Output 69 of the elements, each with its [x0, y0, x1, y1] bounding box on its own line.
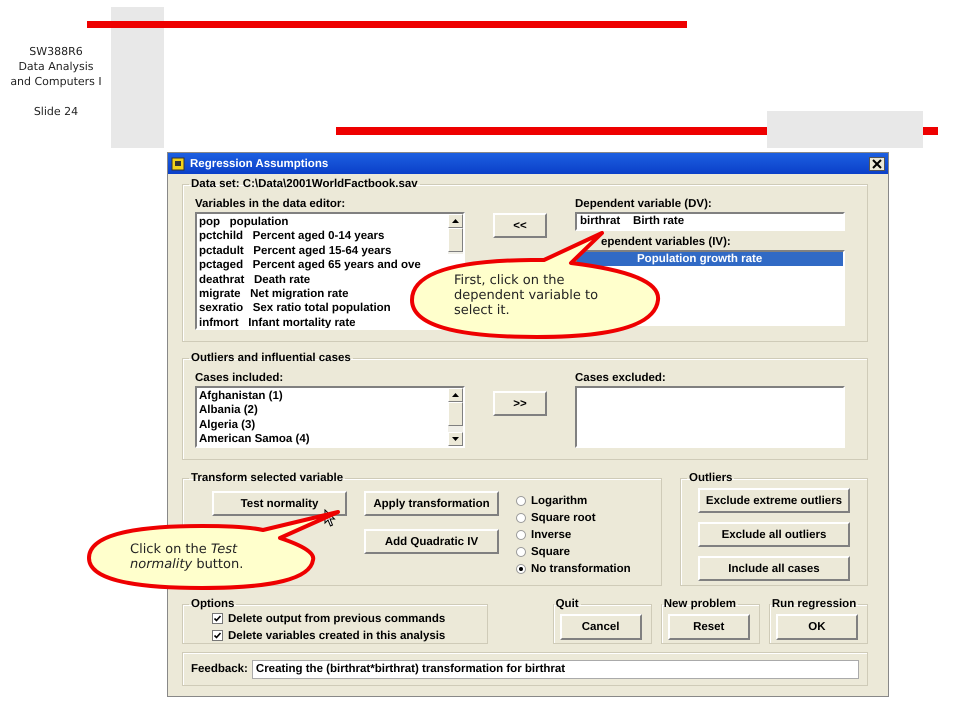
- feedback-label: Feedback:: [191, 663, 248, 675]
- group-title: Run regression: [770, 598, 858, 610]
- list-item[interactable]: American Samoa (4): [199, 432, 310, 446]
- group-title: New problem: [662, 598, 737, 610]
- move-left-button[interactable]: <<: [493, 213, 547, 238]
- radio-button[interactable]: [516, 513, 526, 524]
- group-title: Outliers and influential cases: [190, 352, 352, 364]
- checkbox[interactable]: [212, 613, 223, 624]
- group-title: Transform selected variable: [190, 472, 344, 484]
- scroll-up-icon[interactable]: [452, 219, 459, 223]
- scroll-down-icon[interactable]: [452, 437, 459, 441]
- list-item[interactable]: Population growth rate: [577, 252, 843, 266]
- radio-button[interactable]: [516, 530, 526, 540]
- action-button[interactable]: Reset: [668, 614, 750, 640]
- list-item[interactable]: pctaged Percent aged 65 years and ove: [199, 258, 421, 273]
- move-right-button[interactable]: >>: [493, 391, 547, 416]
- group-title: Quit: [554, 598, 580, 610]
- outliers-button[interactable]: Exclude all outliers: [698, 522, 850, 547]
- list-item[interactable]: migrate Net migration rate: [199, 286, 349, 302]
- callout-text: Click on the Test normality button.: [130, 542, 244, 572]
- list-label: Cases included:: [195, 372, 284, 384]
- list-item[interactable]: Albania (2): [199, 403, 258, 418]
- transform-button[interactable]: Apply transformation: [364, 491, 499, 516]
- scrollbar[interactable]: [448, 388, 463, 446]
- list-item[interactable]: sexratio Sex ratio total population: [199, 301, 391, 316]
- group-title: Outliers: [688, 472, 734, 484]
- field-label: Dependent variable (DV):: [575, 198, 713, 210]
- radio-label: Inverse: [531, 528, 572, 541]
- radio-button[interactable]: [516, 496, 526, 506]
- list-item[interactable]: Afghanistan (1): [199, 389, 283, 404]
- radio-label: Logarithm: [531, 495, 588, 508]
- radio-button[interactable]: [516, 546, 526, 557]
- radio-label: No transformation: [531, 562, 631, 575]
- radio-label: Square: [531, 546, 570, 558]
- list-label: Cases excluded:: [575, 372, 667, 384]
- close-icon[interactable]: [869, 156, 885, 170]
- excluded-cases-list[interactable]: [575, 386, 845, 448]
- list-label: ependent variables (IV):: [600, 236, 732, 248]
- action-button[interactable]: Cancel: [560, 614, 642, 640]
- action-button[interactable]: OK: [776, 614, 858, 640]
- test-normality-button[interactable]: Test normality: [212, 491, 347, 516]
- scroll-up-icon[interactable]: [452, 393, 459, 397]
- course-title: SW388R6: [28, 44, 84, 59]
- list-item[interactable]: infmort Infant mortality rate: [199, 316, 356, 328]
- list-item[interactable]: pctchild Percent aged 0-14 years: [199, 229, 384, 244]
- radio-label: Square root: [531, 512, 596, 524]
- outliers-button[interactable]: Include all cases: [698, 556, 850, 581]
- group-title: Options: [190, 598, 236, 610]
- dependent-variable-field[interactable]: birthrat Birth rate: [575, 212, 845, 231]
- window-title: Regression Assumptions: [190, 158, 330, 170]
- feedback-field: Creating the (birthrat*birthrat) transformation for birthrat: [252, 660, 859, 678]
- slide-number: Slide 24: [32, 104, 80, 119]
- app-icon: [171, 156, 185, 170]
- transform-button[interactable]: Add Quadratic IV: [364, 529, 499, 554]
- group-title: Data set: C:\Data\2001WorldFactbook.sav: [190, 178, 419, 190]
- checkbox-label: Delete variables created in this analysis: [228, 630, 446, 642]
- radio-button[interactable]: [516, 564, 526, 574]
- course-title: Data Analysis: [17, 59, 95, 74]
- cases-list[interactable]: Afghanistan (1) Albania (2) Algeria (3) American Samoa (4): [195, 386, 465, 448]
- checkbox-label: Delete output from previous commands: [228, 612, 446, 624]
- scrollbar[interactable]: [448, 214, 463, 254]
- list-label: Variables in the data editor:: [195, 198, 346, 210]
- course-title: and Computers I: [9, 74, 103, 89]
- list-item[interactable]: deathrat Death rate: [199, 272, 310, 287]
- list-item[interactable]: pctadult Percent aged 15-64 years: [199, 244, 392, 258]
- list-item[interactable]: Algeria (3): [199, 418, 256, 432]
- outliers-button[interactable]: Exclude extreme outliers: [698, 488, 850, 513]
- checkbox[interactable]: [212, 630, 223, 641]
- list-item[interactable]: pop population: [199, 215, 288, 230]
